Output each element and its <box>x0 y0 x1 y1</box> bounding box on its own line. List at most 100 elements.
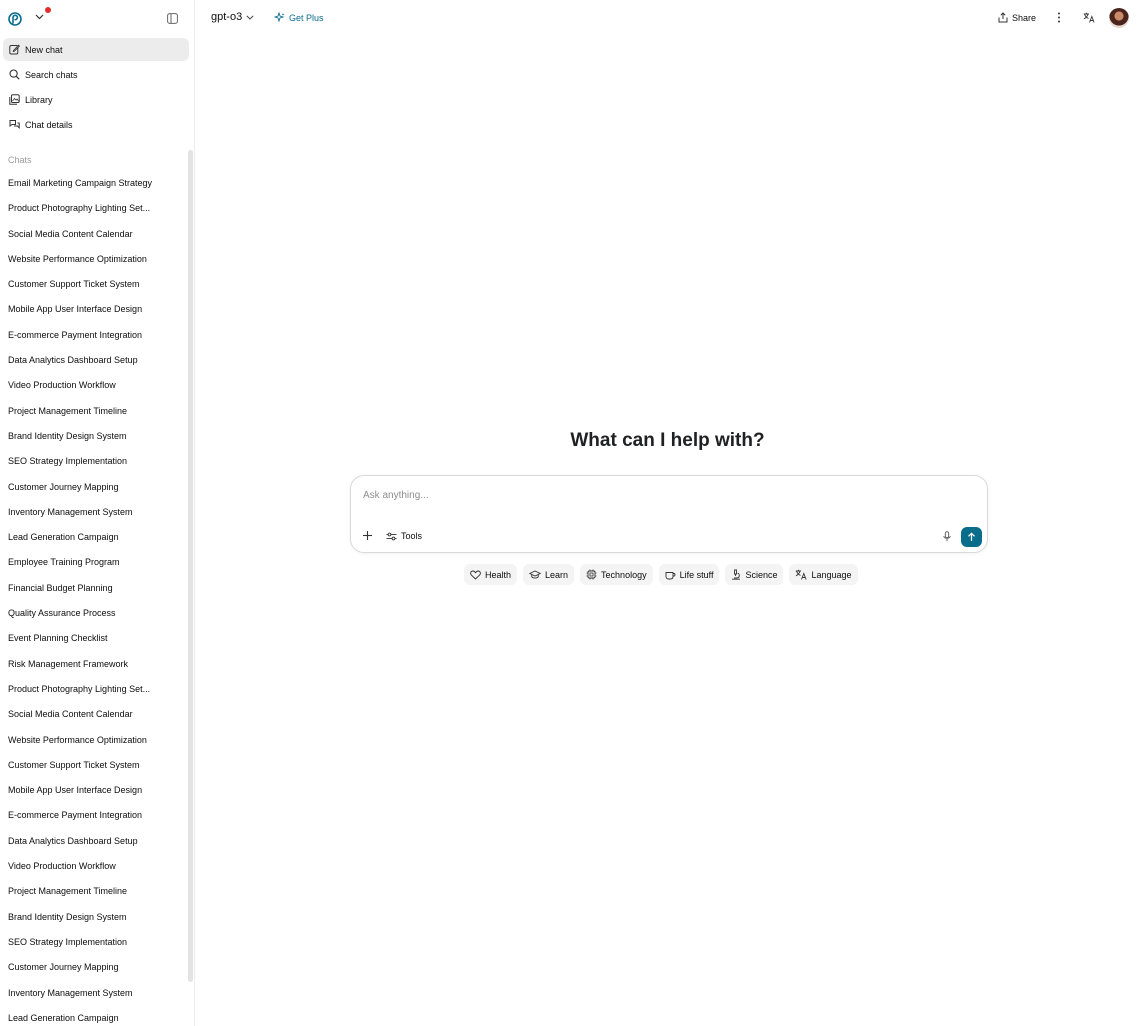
chat-history-item[interactable]: E-commerce Payment Integration <box>0 323 170 348</box>
chat-history-item[interactable]: Video Production Workflow <box>0 373 170 398</box>
chip-label: Language <box>811 569 852 580</box>
app-logo-icon[interactable] <box>7 11 23 27</box>
chat-history-item[interactable]: Customer Journey Mapping <box>0 955 170 980</box>
chat-history-item[interactable]: Inventory Management System <box>0 981 170 1006</box>
chat-history-item[interactable]: SEO Strategy Implementation <box>0 449 170 474</box>
translate-icon <box>795 569 808 580</box>
chat-history-item[interactable]: Social Media Content Calendar <box>0 222 170 247</box>
chat-history-item[interactable]: SEO Strategy Implementation <box>0 930 170 955</box>
sparkle-icon <box>274 12 285 23</box>
model-name: gpt-o3 <box>211 11 243 23</box>
chip-health[interactable]: Health <box>464 564 518 585</box>
microphone-icon[interactable] <box>943 531 951 542</box>
chat-history-item[interactable]: Mobile App User Interface Design <box>0 297 170 322</box>
suggestion-chips: Health Learn Technology Life stuff Scien… <box>464 564 858 585</box>
new-chat-label: New chat <box>25 44 63 55</box>
chat-history-item[interactable]: Customer Support Ticket System <box>0 753 170 778</box>
page-title: What can I help with? <box>570 430 765 451</box>
chevron-down-icon <box>246 14 254 20</box>
chat-history-item[interactable]: Lead Generation Campaign <box>0 525 170 550</box>
chat-history-item[interactable]: Social Media Content Calendar <box>0 702 170 727</box>
edit-icon <box>8 44 20 56</box>
chat-history-item[interactable]: Project Management Timeline <box>0 399 170 424</box>
chat-history-item[interactable]: Product Photography Lighting Set... <box>0 196 170 221</box>
sidebar-scrollbar[interactable] <box>188 150 193 982</box>
send-button[interactable] <box>961 527 982 547</box>
chat-history-item[interactable]: Quality Assurance Process <box>0 601 170 626</box>
sidebar-nav: New chat Search chats Library Chat detai… <box>0 38 194 136</box>
chip-science[interactable]: Science <box>725 564 784 585</box>
chat-history-item[interactable]: Data Analytics Dashboard Setup <box>0 829 170 854</box>
chat-history-item[interactable]: Website Performance Optimization <box>0 247 170 272</box>
chat-history-item[interactable]: Product Photography Lighting Set... <box>0 677 170 702</box>
chat-history-item[interactable]: Video Production Workflow <box>0 854 170 879</box>
notification-dot <box>45 7 51 13</box>
chat-history-item[interactable]: E-commerce Payment Integration <box>0 803 170 828</box>
library-icon <box>8 94 20 106</box>
chip-label: Science <box>745 569 778 580</box>
chat-history-item[interactable]: Email Marketing Campaign Strategy <box>0 171 170 196</box>
sidebar-toggle-icon[interactable] <box>166 12 178 24</box>
chat-history-item[interactable]: Data Analytics Dashboard Setup <box>0 348 170 373</box>
chip-language[interactable]: Language <box>789 564 858 585</box>
chat-history-item[interactable]: Brand Identity Design System <box>0 424 170 449</box>
chat-history-item[interactable]: Mobile App User Interface Design <box>0 778 170 803</box>
coffee-icon <box>665 570 676 580</box>
new-chat-button[interactable]: New chat <box>3 38 189 61</box>
tools-label: Tools <box>401 531 423 541</box>
chat-history-item[interactable]: Employee Training Program <box>0 550 170 575</box>
share-icon <box>998 12 1008 23</box>
chip-label: Learn <box>545 569 569 580</box>
share-button[interactable]: Share <box>998 12 1036 23</box>
chip-label: Health <box>485 569 512 580</box>
chip-learn[interactable]: Learn <box>523 564 575 585</box>
chat-history-item[interactable]: Risk Management Framework <box>0 652 170 677</box>
arrow-up-icon <box>968 532 975 541</box>
workspace-chevron-down-icon[interactable] <box>35 14 44 20</box>
model-selector[interactable]: gpt-o3 <box>211 11 254 23</box>
chat-details-icon <box>8 119 20 131</box>
search-chats-button[interactable]: Search chats <box>3 63 189 86</box>
chip-label: Technology <box>601 569 647 580</box>
get-plus-button[interactable]: Get Plus <box>274 12 324 23</box>
chat-history-item[interactable]: Customer Support Ticket System <box>0 272 170 297</box>
chat-history-item[interactable]: Financial Budget Planning <box>0 576 170 601</box>
search-chats-label: Search chats <box>25 69 78 80</box>
microscope-icon <box>731 569 741 580</box>
translate-icon[interactable] <box>1083 12 1095 23</box>
search-icon <box>8 69 20 81</box>
chip-technology[interactable]: Technology <box>580 564 653 585</box>
library-label: Library <box>25 94 53 105</box>
app-window: New chat Search chats Library Chat detai… <box>0 0 1140 1026</box>
chat-composer[interactable]: Ask anything... Tools <box>350 475 988 553</box>
chats-section-label: Chats <box>8 155 32 165</box>
message-input[interactable]: Ask anything... <box>363 490 429 501</box>
tools-button[interactable]: Tools <box>386 531 422 541</box>
chip-life-stuff[interactable]: Life stuff <box>658 564 720 585</box>
chat-details-button[interactable]: Chat details <box>3 113 189 136</box>
heart-icon <box>470 570 481 580</box>
chat-history-item[interactable]: Project Management Timeline <box>0 879 170 904</box>
chip-label: Life stuff <box>679 569 714 580</box>
main-area: gpt-o3 Get Plus Share What can I help wi… <box>195 0 1140 1026</box>
sidebar: New chat Search chats Library Chat detai… <box>0 0 195 1026</box>
chat-history-item[interactable]: Brand Identity Design System <box>0 905 170 930</box>
chat-history-item[interactable]: Event Planning Checklist <box>0 626 170 651</box>
chat-history-item[interactable]: Website Performance Optimization <box>0 728 170 753</box>
sliders-icon <box>386 532 397 541</box>
chat-history-item[interactable]: Lead Generation Campaign <box>0 1006 170 1026</box>
add-attachment-icon[interactable] <box>362 530 373 541</box>
graduation-cap-icon <box>529 570 542 579</box>
chat-history-item[interactable]: Inventory Management System <box>0 500 170 525</box>
sidebar-header <box>0 0 194 37</box>
top-bar: gpt-o3 Get Plus Share <box>195 0 1140 37</box>
user-avatar[interactable] <box>1109 8 1129 28</box>
chip-icon <box>586 569 597 580</box>
share-label: Share <box>1012 12 1037 23</box>
chat-history-list: Email Marketing Campaign Strategy Product… <box>0 171 194 1026</box>
library-button[interactable]: Library <box>3 88 189 111</box>
chat-history-item[interactable]: Customer Journey Mapping <box>0 475 170 500</box>
chat-details-label: Chat details <box>25 119 73 130</box>
more-options-icon[interactable] <box>1057 12 1061 23</box>
get-plus-label: Get Plus <box>289 12 324 23</box>
